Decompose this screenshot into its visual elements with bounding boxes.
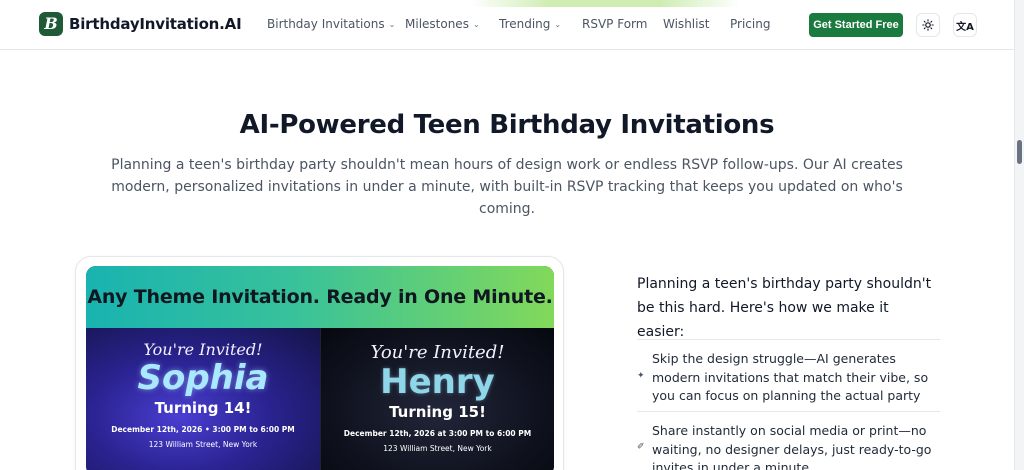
invitation-sample-henry: You're Invited! Henry Turning 15! Decemb… [320,328,554,470]
nav-label: RSVP Form [582,17,648,31]
nav-milestones[interactable]: Milestones ⌄ [405,17,480,31]
logo-icon: B [39,12,63,36]
nav-pricing[interactable]: Pricing [730,17,770,31]
party-date: December 12th, 2026 at 3:00 PM to 6:00 P… [343,429,532,438]
feature-text: Share instantly on social media or print… [652,423,932,470]
nav-label: Birthday Invitations [267,17,385,31]
page-title: AI-Powered Teen Birthday Invitations [239,110,775,140]
sparkle-icon: ✦ [637,371,645,381]
nav-wishlist[interactable]: Wishlist [663,17,709,31]
header-glow-decoration [470,0,740,7]
turning-age: Turning 14! [154,399,252,417]
chevron-down-icon: ⌄ [472,19,480,29]
party-date: December 12th, 2026 • 3:00 PM to 6:00 PM [111,425,295,434]
promo-image: Any Theme Invitation. Ready in One Minut… [86,266,554,470]
turning-age: Turning 15! [389,403,486,421]
invitation-sample-sophia: You're Invited! Sophia Turning 14! Decem… [86,328,320,470]
page-scrollbar[interactable] [1014,0,1024,470]
chevron-down-icon: ⌄ [554,19,562,29]
translate-icon: 文A [956,21,974,33]
scrollbar-thumb[interactable] [1017,140,1022,164]
nav-label: Wishlist [663,17,710,31]
nav-trending[interactable]: Trending ⌄ [499,17,561,31]
chevron-down-icon: ⌄ [388,19,396,29]
get-started-button[interactable]: Get Started Free [809,13,903,37]
feature-item: ✐ Share instantly on social media or pri… [637,411,940,470]
logo-text: BirthdayInvitation.AI [69,15,242,33]
feature-item: ✦ Skip the design struggle—AI generates … [637,339,940,411]
nav-rsvp-form[interactable]: RSVP Form [582,17,647,31]
language-button[interactable]: 文A [953,13,977,37]
feature-text: Skip the design struggle—AI generates mo… [652,351,929,403]
theme-toggle-button[interactable] [916,13,940,37]
invitee-name: Henry [380,362,495,402]
invited-heading: You're Invited! [370,342,505,363]
party-address: 123 William Street, New York [383,444,492,453]
nav-birthday-invitations[interactable]: Birthday Invitations ⌄ [267,17,395,31]
nav-label: Milestones [405,17,469,31]
top-navigation-bar: B BirthdayInvitation.AI Birthday Invitat… [0,0,1014,50]
page-subtitle: Planning a teen's birthday party shouldn… [111,157,903,217]
invited-heading: You're Invited! [143,340,263,359]
nav-label: Trending [499,17,551,31]
sun-icon [922,19,934,31]
nav-label: Pricing [730,17,771,31]
features-lead: Planning a teen's birthday party shouldn… [637,276,932,340]
site-logo-link[interactable]: B BirthdayInvitation.AI [39,12,242,36]
invitee-name: Sophia [137,358,269,398]
party-address: 123 William Street, New York [148,440,258,449]
promo-banner: Any Theme Invitation. Ready in One Minut… [86,266,554,328]
send-icon: ✐ [637,442,645,452]
